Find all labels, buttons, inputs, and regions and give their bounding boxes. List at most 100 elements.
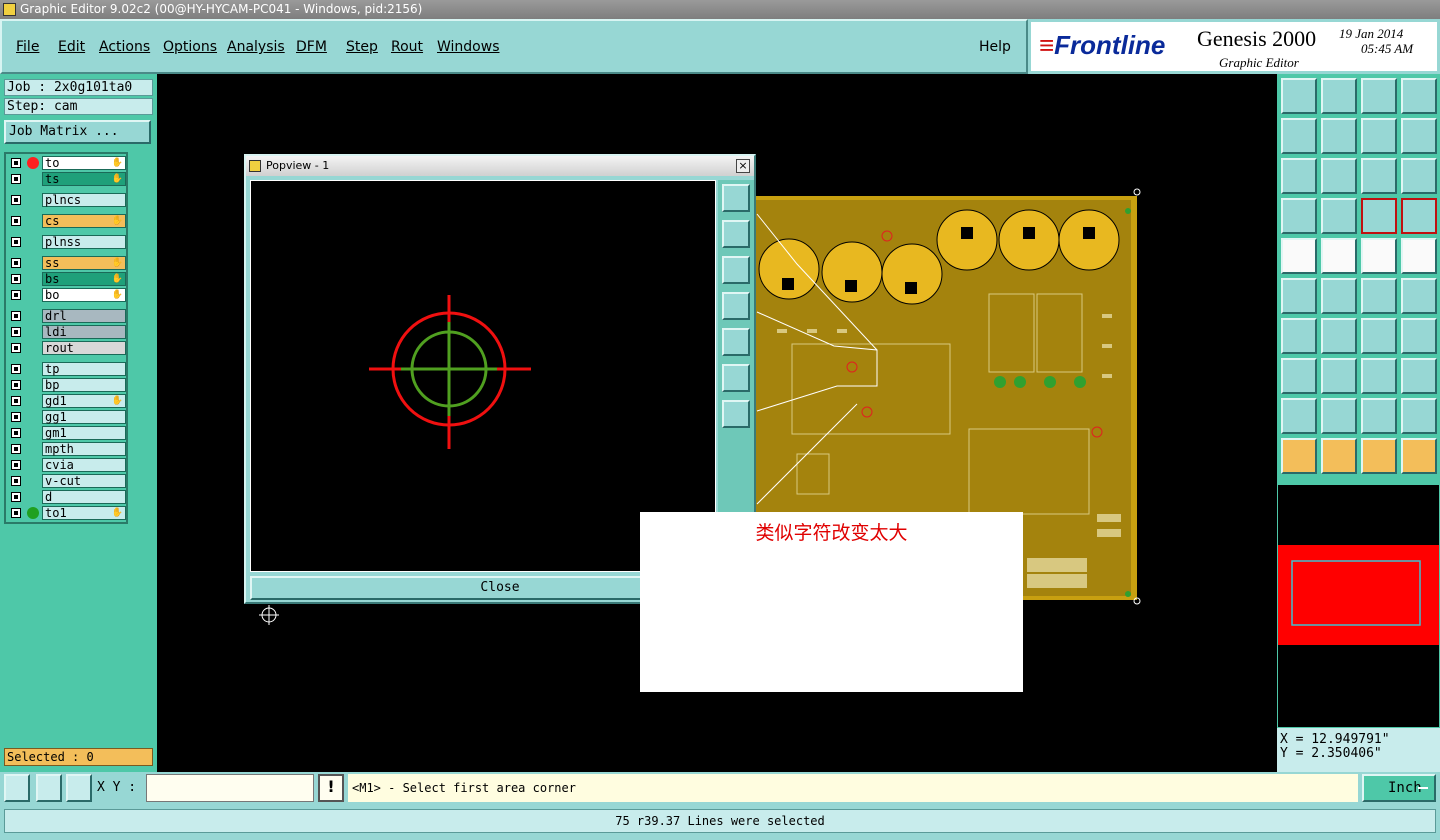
layer-row-cvia[interactable]: cvia bbox=[8, 458, 126, 472]
delete-net-icon[interactable] bbox=[1321, 278, 1357, 314]
route-icon[interactable] bbox=[1401, 438, 1437, 474]
zoom-center-icon[interactable] bbox=[1321, 158, 1357, 194]
layer-name[interactable]: gg1 bbox=[42, 410, 126, 424]
alert-button[interactable]: ! bbox=[318, 774, 344, 802]
pointer-icon[interactable] bbox=[1281, 438, 1317, 474]
reroute-icon[interactable] bbox=[1401, 278, 1437, 314]
pan-left-icon[interactable] bbox=[722, 292, 750, 320]
menu-step[interactable]: Step bbox=[346, 39, 378, 55]
zoom-out-icon[interactable] bbox=[722, 400, 750, 428]
layer-name[interactable]: bp bbox=[42, 378, 126, 392]
layer-row-gd1[interactable]: gd1 ✋ bbox=[8, 394, 126, 408]
layer-checkbox[interactable] bbox=[11, 460, 21, 470]
undo-icon[interactable] bbox=[1361, 118, 1397, 154]
pad-add-icon[interactable] bbox=[1281, 358, 1317, 394]
menu-file[interactable]: File bbox=[16, 39, 39, 55]
split-view-icon[interactable] bbox=[1401, 78, 1437, 114]
connect-icon[interactable] bbox=[1281, 278, 1317, 314]
menu-options[interactable]: Options bbox=[163, 39, 217, 55]
layer-row-d[interactable]: d bbox=[8, 490, 126, 504]
filter-icon[interactable] bbox=[1361, 198, 1397, 234]
layer-name[interactable]: gm1 bbox=[42, 426, 126, 440]
layer-checkbox[interactable] bbox=[11, 492, 21, 502]
layer-checkbox[interactable] bbox=[11, 327, 21, 337]
layer-up-icon[interactable] bbox=[1281, 78, 1317, 114]
snap-grid-icon[interactable] bbox=[66, 774, 92, 802]
layer-checkbox[interactable] bbox=[11, 290, 21, 300]
layer-name[interactable]: mpth bbox=[42, 442, 126, 456]
layer-name[interactable]: ss ✋ bbox=[42, 256, 126, 270]
menu-analysis[interactable]: Analysis bbox=[227, 39, 285, 55]
layer-name[interactable]: ldi bbox=[42, 325, 126, 339]
layer-checkbox[interactable] bbox=[11, 216, 21, 226]
layer-row-ts[interactable]: ts ✋ bbox=[8, 172, 126, 186]
menu-rout[interactable]: Rout bbox=[391, 39, 423, 55]
pad-icon[interactable] bbox=[1401, 238, 1437, 274]
menu-edit[interactable]: Edit bbox=[58, 39, 85, 55]
layer-name[interactable]: bs ✋ bbox=[42, 272, 126, 286]
layer-row-bp[interactable]: bp bbox=[8, 378, 126, 392]
home-icon[interactable] bbox=[1361, 78, 1397, 114]
select-point-icon[interactable] bbox=[1281, 238, 1317, 274]
layer-name[interactable]: bo ✋ bbox=[42, 288, 126, 302]
ruler-icon[interactable] bbox=[1361, 238, 1397, 274]
layer-name[interactable]: d bbox=[42, 490, 126, 504]
measure-box-icon[interactable] bbox=[1361, 358, 1397, 394]
layer-checkbox[interactable] bbox=[11, 476, 21, 486]
grid-icon[interactable] bbox=[1321, 198, 1357, 234]
menu-help[interactable]: Help bbox=[979, 39, 1011, 55]
pointer-box-icon[interactable] bbox=[1321, 438, 1357, 474]
layer-checkbox[interactable] bbox=[11, 311, 21, 321]
layer-name[interactable]: gd1 ✋ bbox=[42, 394, 126, 408]
layer-row-rout[interactable]: rout bbox=[8, 341, 126, 355]
pan-right-icon[interactable] bbox=[722, 328, 750, 356]
layer-row-to[interactable]: to ✋ bbox=[8, 156, 126, 170]
layer-name[interactable]: to ✋ bbox=[42, 156, 126, 170]
help-icon[interactable] bbox=[1401, 158, 1437, 194]
zoom-area-icon[interactable] bbox=[4, 774, 30, 802]
layer-row-ldi[interactable]: ldi bbox=[8, 325, 126, 339]
layer-checkbox[interactable] bbox=[11, 508, 21, 518]
zoom-extent-icon[interactable] bbox=[1281, 158, 1317, 194]
layer-checkbox[interactable] bbox=[11, 396, 21, 406]
merge-icon[interactable] bbox=[1401, 318, 1437, 354]
layer-row-to1[interactable]: to1 ✋ bbox=[8, 506, 126, 520]
zoom-fit-icon[interactable] bbox=[722, 184, 750, 212]
select-area-icon[interactable] bbox=[1321, 238, 1357, 274]
layer-row-plncs[interactable]: plncs bbox=[8, 193, 126, 207]
move-left-icon[interactable] bbox=[1281, 118, 1317, 154]
layer-row-gg1[interactable]: gg1 bbox=[8, 410, 126, 424]
scale-icon[interactable] bbox=[1361, 158, 1397, 194]
layer-name[interactable]: plnss bbox=[42, 235, 126, 249]
layer-row-ss[interactable]: ss ✋ bbox=[8, 256, 126, 270]
measure-icon[interactable] bbox=[36, 774, 62, 802]
layer-row-tp[interactable]: tp bbox=[8, 362, 126, 376]
layer-name[interactable]: ts ✋ bbox=[42, 172, 126, 186]
layer-row-v-cut[interactable]: v-cut bbox=[8, 474, 126, 488]
layer-checkbox[interactable] bbox=[11, 428, 21, 438]
layer-name[interactable]: tp bbox=[42, 362, 126, 376]
arrow-icon[interactable] bbox=[1361, 278, 1397, 314]
layer-name[interactable]: v-cut bbox=[42, 474, 126, 488]
draw-line-icon[interactable] bbox=[1281, 318, 1317, 354]
cluster-icon[interactable] bbox=[1401, 358, 1437, 394]
layer-checkbox[interactable] bbox=[11, 158, 21, 168]
layer-name[interactable]: rout bbox=[42, 341, 126, 355]
move-right-icon[interactable] bbox=[1321, 118, 1357, 154]
layer-checkbox[interactable] bbox=[11, 258, 21, 268]
draw-slash-icon[interactable] bbox=[1321, 318, 1357, 354]
layer-checkbox[interactable] bbox=[11, 195, 21, 205]
settings-icon[interactable] bbox=[1281, 198, 1317, 234]
menu-windows[interactable]: Windows bbox=[437, 39, 500, 55]
triangle-icon[interactable] bbox=[1281, 398, 1317, 434]
pan-up-icon[interactable] bbox=[722, 220, 750, 248]
layer-checkbox[interactable] bbox=[11, 412, 21, 422]
arch-icon[interactable] bbox=[1361, 398, 1397, 434]
snap-icon[interactable] bbox=[1401, 198, 1437, 234]
line-add-icon[interactable] bbox=[1321, 358, 1357, 394]
layer-row-cs[interactable]: cs ✋ bbox=[8, 214, 126, 228]
pan-down-icon[interactable] bbox=[722, 256, 750, 284]
layer-row-gm1[interactable]: gm1 bbox=[8, 426, 126, 440]
xy-input[interactable] bbox=[146, 774, 314, 802]
menu-dfm[interactable]: DFM bbox=[296, 39, 327, 55]
